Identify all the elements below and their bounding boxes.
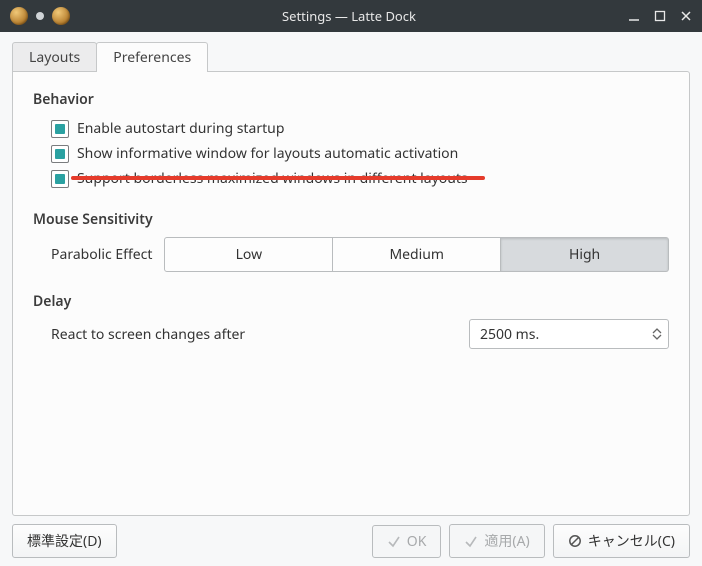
delay-value[interactable]: 2500 ms. bbox=[470, 320, 646, 348]
seg-high[interactable]: High bbox=[501, 237, 669, 272]
delay-spinbox[interactable]: 2500 ms. bbox=[469, 319, 669, 349]
maximize-icon[interactable] bbox=[654, 10, 666, 22]
chevron-down-icon[interactable] bbox=[652, 334, 662, 340]
section-delay: Delay React to screen changes after 2500… bbox=[33, 292, 669, 349]
minimize-icon[interactable] bbox=[628, 10, 640, 22]
tab-bar: Layouts Preferences bbox=[12, 44, 690, 72]
section-title-behavior: Behavior bbox=[33, 90, 669, 109]
annotation-underline bbox=[71, 176, 485, 180]
tab-preferences[interactable]: Preferences bbox=[96, 42, 208, 72]
checkbox-row-informative-window[interactable]: Show informative window for layouts auto… bbox=[51, 142, 669, 165]
check-icon bbox=[387, 534, 401, 548]
app-icon bbox=[10, 7, 28, 25]
checkbox-autostart[interactable] bbox=[51, 120, 69, 138]
button-label: OK bbox=[407, 532, 427, 551]
tab-panel-preferences: Behavior Enable autostart during startup… bbox=[12, 71, 690, 516]
dialog-button-bar: 標準設定(D) OK 適用(A) キャンセル(C) bbox=[0, 516, 702, 566]
close-icon[interactable] bbox=[680, 10, 692, 22]
defaults-button[interactable]: 標準設定(D) bbox=[12, 524, 117, 558]
delay-label: React to screen changes after bbox=[51, 325, 245, 344]
button-label: キャンセル(C) bbox=[588, 531, 675, 551]
spin-arrows[interactable] bbox=[646, 320, 668, 348]
parabolic-effect-group: Low Medium High bbox=[164, 237, 669, 272]
button-label: 適用(A) bbox=[484, 531, 529, 551]
cancel-button[interactable]: キャンセル(C) bbox=[553, 524, 690, 558]
apply-button[interactable]: 適用(A) bbox=[449, 524, 544, 558]
checkbox-borderless[interactable] bbox=[51, 170, 69, 188]
section-title-mouse: Mouse Sensitivity bbox=[33, 210, 669, 229]
check-icon bbox=[464, 534, 478, 548]
tab-layouts[interactable]: Layouts bbox=[12, 42, 97, 72]
forbidden-icon bbox=[568, 534, 582, 548]
seg-low[interactable]: Low bbox=[164, 237, 333, 272]
button-label: 標準設定(D) bbox=[27, 531, 102, 551]
seg-medium[interactable]: Medium bbox=[333, 237, 501, 272]
window-title: Settings — Latte Dock bbox=[70, 7, 628, 25]
checkbox-informative-window[interactable] bbox=[51, 145, 69, 163]
window-titlebar: Settings — Latte Dock bbox=[0, 0, 702, 32]
checkbox-row-autostart[interactable]: Enable autostart during startup bbox=[51, 117, 669, 140]
titlebar-dot-icon bbox=[36, 12, 44, 20]
section-behavior: Behavior Enable autostart during startup… bbox=[33, 90, 669, 190]
section-mouse-sensitivity: Mouse Sensitivity Parabolic Effect Low M… bbox=[33, 210, 669, 272]
checkbox-label: Enable autostart during startup bbox=[77, 119, 284, 138]
app-icon-2 bbox=[52, 7, 70, 25]
ok-button[interactable]: OK bbox=[372, 525, 442, 558]
parabolic-effect-label: Parabolic Effect bbox=[51, 245, 152, 264]
checkbox-label: Show informative window for layouts auto… bbox=[77, 144, 458, 163]
section-title-delay: Delay bbox=[33, 292, 669, 311]
